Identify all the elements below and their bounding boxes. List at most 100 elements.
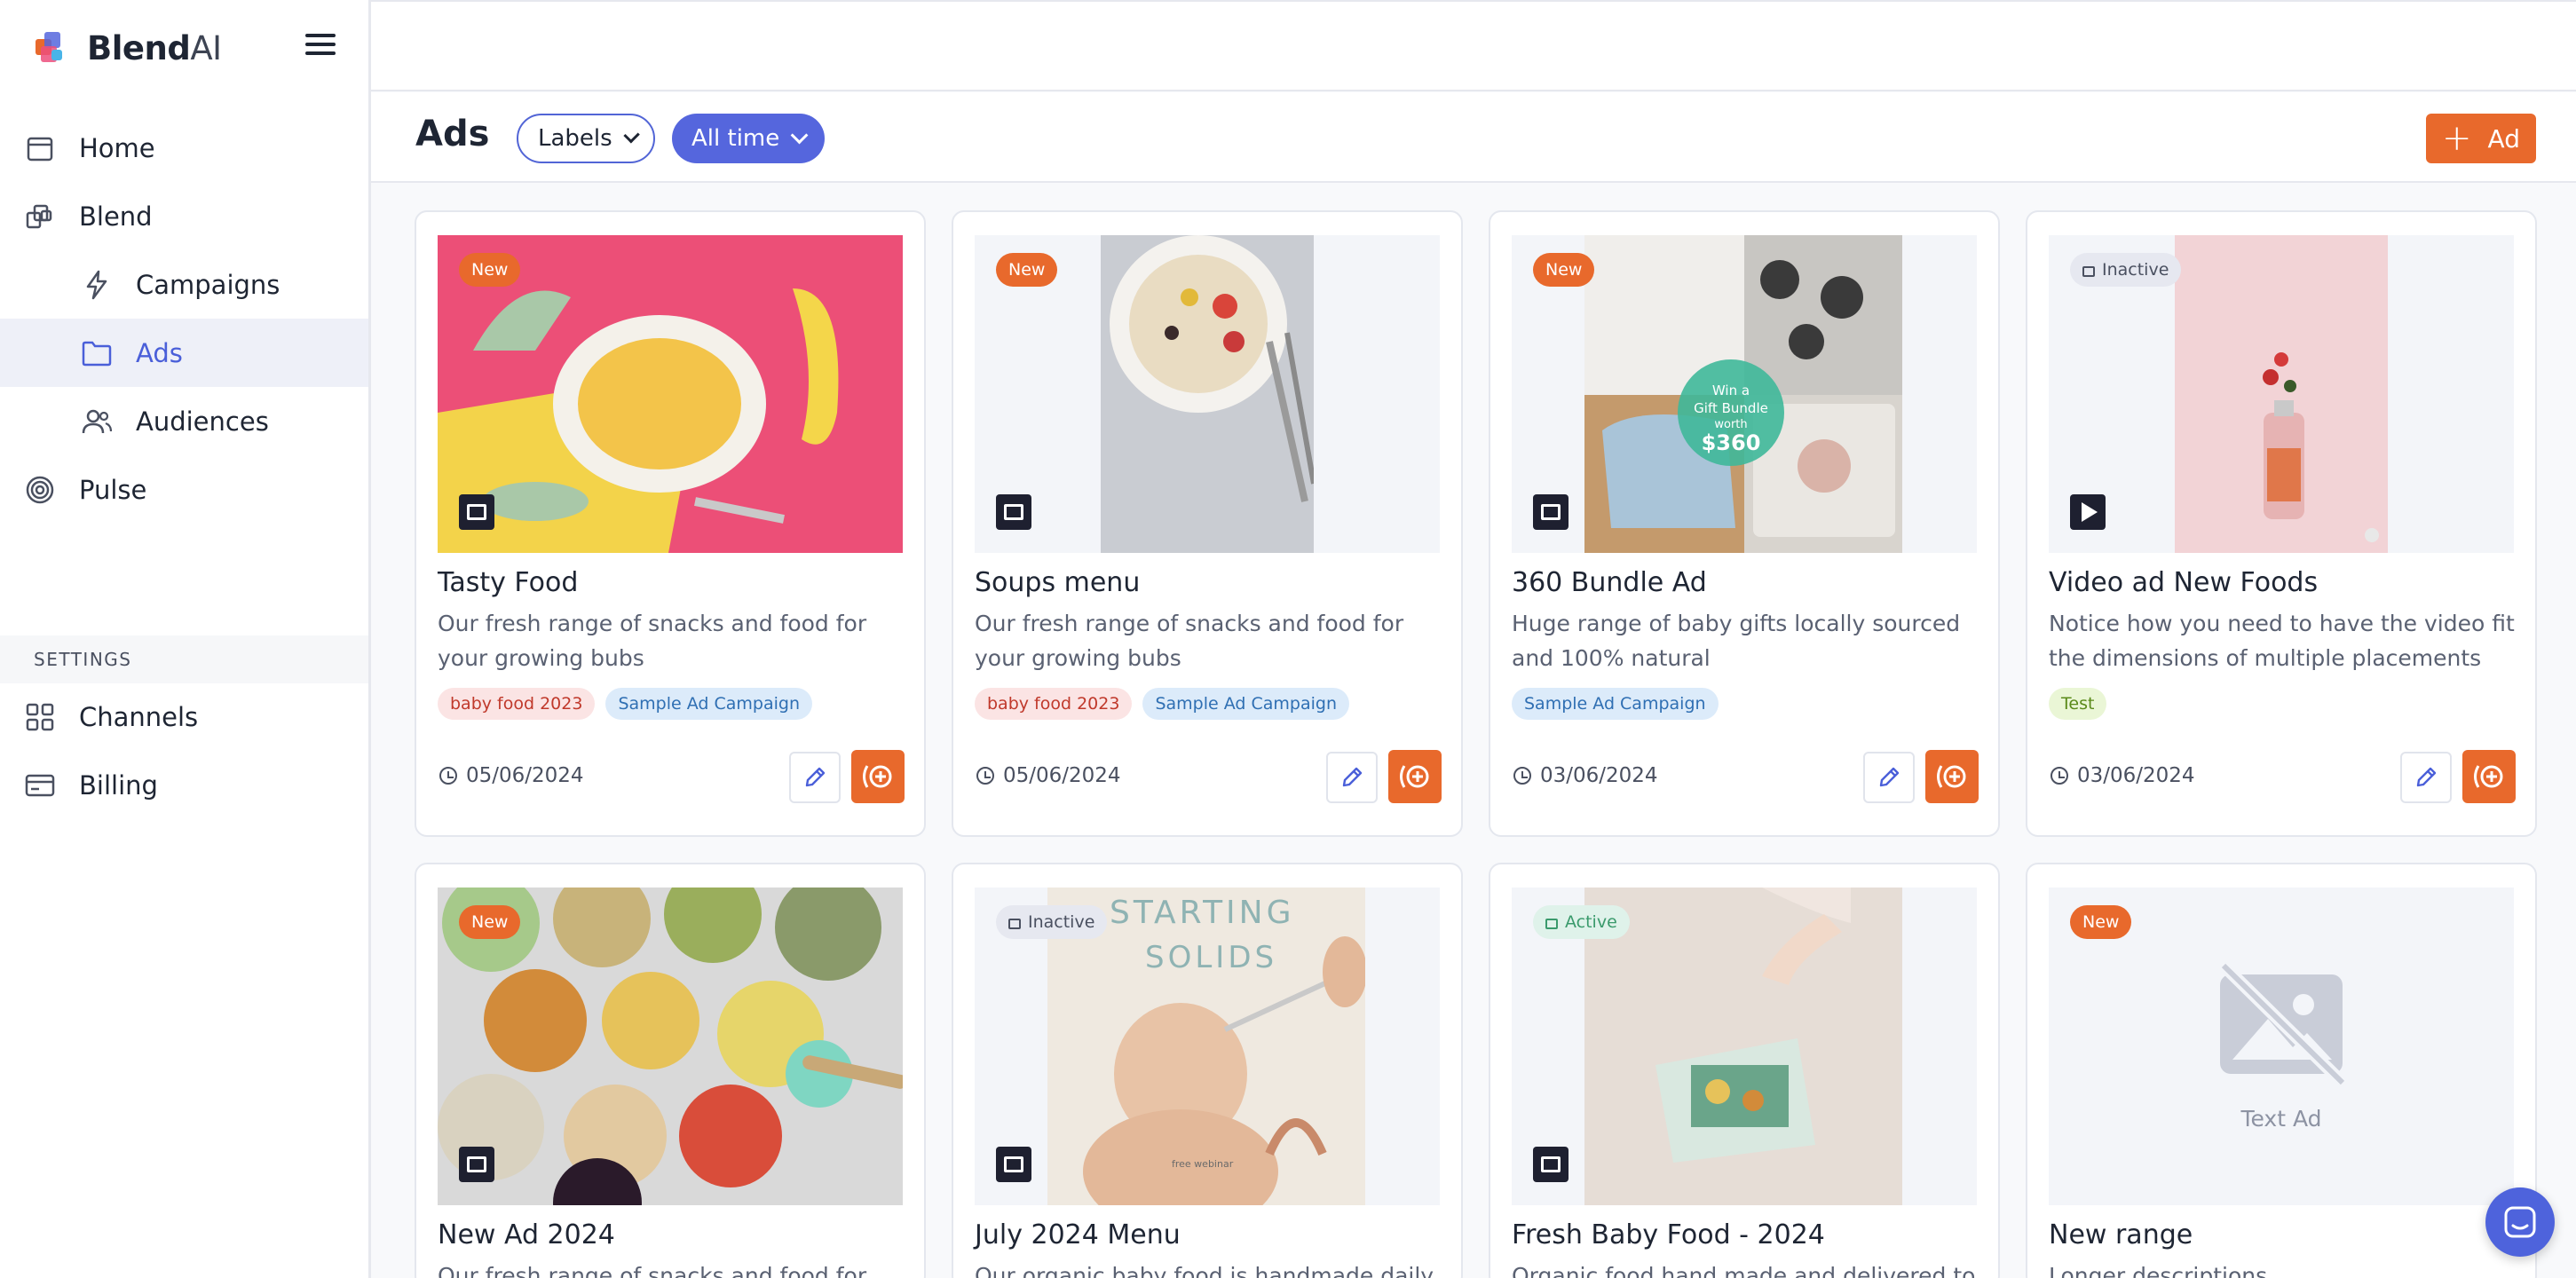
- ad-date-value: 03/06/2024: [1540, 764, 1658, 787]
- promo-text: worth: [1714, 418, 1747, 431]
- ad-thumbnail[interactable]: Inactive: [2049, 235, 2514, 553]
- chat-icon: [2504, 1206, 2536, 1238]
- ad-thumbnail[interactable]: New: [975, 235, 1440, 553]
- create-variant-button[interactable]: [1388, 750, 1442, 803]
- sidebar-item-label: Blend: [79, 201, 153, 232]
- ad-title: July 2024 Menu: [975, 1219, 1181, 1250]
- create-variant-button[interactable]: [1925, 750, 1979, 803]
- status-badge: New: [996, 253, 1058, 287]
- image-off-icon: [2219, 961, 2347, 1086]
- ad-card[interactable]: Inactive Video ad New Foods Notice how y…: [2026, 210, 2537, 837]
- label-tag[interactable]: baby food 2023: [438, 688, 596, 720]
- tag-list: baby food 2023 Sample Ad Campaign: [438, 688, 812, 720]
- play-icon: [2070, 494, 2106, 530]
- hamburger-menu-icon[interactable]: [305, 34, 336, 59]
- ad-image: Win a Gift Bundle worth $360: [1584, 235, 1902, 553]
- ad-date: 03/06/2024: [2051, 764, 2195, 787]
- ad-thumbnail[interactable]: Win a Gift Bundle worth $360 New: [1512, 235, 1977, 553]
- promo-text: STARTING: [1110, 895, 1295, 931]
- sidebar-item-home[interactable]: Home: [0, 114, 368, 182]
- ad-card[interactable]: New Tasty Food Our fresh range of snacks…: [415, 210, 926, 837]
- ad-card[interactable]: New New Ad 2024 Our fresh range of snack…: [415, 863, 926, 1278]
- ad-title: Soups menu: [975, 567, 1141, 598]
- ad-thumbnail[interactable]: New: [438, 888, 903, 1205]
- ad-card[interactable]: Active Fresh Baby Food - 2024 Organic fo…: [1489, 863, 2000, 1278]
- create-variant-button[interactable]: [851, 750, 905, 803]
- add-circle-icon: [1400, 765, 1429, 788]
- labels-filter-label: Labels: [538, 125, 612, 152]
- chevron-down-icon: [790, 126, 809, 145]
- plus-icon: +: [2442, 118, 2472, 159]
- edit-button[interactable]: [1326, 752, 1378, 803]
- grid-icon: [25, 702, 55, 732]
- ad-card[interactable]: New Soups menu Our fresh range of snacks…: [952, 210, 1463, 837]
- brand-name: BlendAI: [87, 28, 222, 67]
- edit-button[interactable]: [1863, 752, 1915, 803]
- clock-icon: [439, 767, 457, 785]
- label-tag[interactable]: baby food 2023: [975, 688, 1133, 720]
- edit-button[interactable]: [2400, 752, 2452, 803]
- campaign-tag[interactable]: Sample Ad Campaign: [605, 688, 812, 720]
- ad-thumbnail[interactable]: Active: [1512, 888, 1977, 1205]
- ad-date: 05/06/2024: [976, 764, 1121, 787]
- edit-button[interactable]: [789, 752, 841, 803]
- clock-icon: [976, 767, 994, 785]
- ad-card[interactable]: Text Ad New New range Longer description…: [2026, 863, 2537, 1278]
- sidebar-item-label: Ads: [136, 337, 183, 368]
- layers-icon: [25, 201, 55, 232]
- ad-thumbnail[interactable]: STARTING SOLIDS free webinar Inactive: [975, 888, 1440, 1205]
- lightning-icon: [82, 270, 112, 300]
- ad-description: Notice how you need to have the video fi…: [2049, 611, 2515, 671]
- sidebar-item-pulse[interactable]: Pulse: [0, 455, 368, 524]
- status-badge: Active: [1533, 905, 1630, 939]
- ad-description: Our organic baby food is handmade daily …: [975, 1263, 1434, 1278]
- lock-icon: [1008, 919, 1021, 929]
- pencil-icon: [2416, 767, 2437, 787]
- image-icon: [459, 494, 494, 530]
- sidebar-item-label: Audiences: [136, 406, 269, 437]
- calendar-icon: [25, 133, 55, 163]
- campaign-tag[interactable]: Sample Ad Campaign: [1142, 688, 1349, 720]
- image-icon: [1533, 494, 1569, 530]
- ad-title: New range: [2049, 1219, 2193, 1250]
- ad-date: 03/06/2024: [1513, 764, 1658, 787]
- ad-image: [1584, 888, 1902, 1205]
- sidebar-item-campaigns[interactable]: Campaigns: [0, 250, 368, 319]
- clock-icon: [2051, 767, 2068, 785]
- sidebar-item-blend[interactable]: Blend: [0, 182, 368, 250]
- brand[interactable]: BlendAI: [32, 27, 222, 69]
- ad-date-value: 05/06/2024: [1003, 764, 1121, 787]
- add-circle-icon: [1937, 765, 1966, 788]
- blendai-logo-icon: [32, 30, 67, 66]
- ad-card[interactable]: Win a Gift Bundle worth $360 New 360 Bun…: [1489, 210, 2000, 837]
- sidebar-item-label: Pulse: [79, 474, 147, 505]
- time-filter-dropdown[interactable]: All time: [672, 114, 825, 163]
- sidebar-item-channels[interactable]: Channels: [0, 682, 368, 751]
- status-badge: New: [459, 905, 521, 939]
- ad-thumbnail[interactable]: Text Ad New: [2049, 888, 2514, 1205]
- lock-icon: [1545, 919, 1558, 929]
- credit-card-icon: [25, 770, 55, 801]
- create-variant-button[interactable]: [2462, 750, 2516, 803]
- clock-icon: [1513, 767, 1531, 785]
- sidebar-item-audiences[interactable]: Audiences: [0, 387, 368, 455]
- sidebar-item-billing[interactable]: Billing: [0, 751, 368, 819]
- sidebar-item-label: Billing: [79, 769, 158, 801]
- ad-title: New Ad 2024: [438, 1219, 615, 1250]
- promo-text: SOLIDS: [1145, 940, 1277, 975]
- sidebar-item-label: Channels: [79, 701, 199, 732]
- image-icon: [996, 1147, 1031, 1182]
- sidebar-item-ads[interactable]: Ads: [0, 319, 368, 387]
- page-header: Ads Labels All time + Ad: [371, 92, 2576, 183]
- labels-filter-dropdown[interactable]: Labels: [517, 114, 655, 163]
- placeholder-label: Text Ad: [2240, 1105, 2322, 1132]
- promo-text: Win a: [1712, 383, 1750, 398]
- ad-card[interactable]: STARTING SOLIDS free webinar Inactive Ju…: [952, 863, 1463, 1278]
- label-tag[interactable]: Test: [2049, 688, 2107, 720]
- lock-icon: [2082, 266, 2095, 277]
- campaign-tag[interactable]: Sample Ad Campaign: [1512, 688, 1719, 720]
- ad-thumbnail[interactable]: New: [438, 235, 903, 553]
- ad-date-value: 03/06/2024: [2077, 764, 2195, 787]
- add-ad-button[interactable]: + Ad: [2426, 114, 2536, 163]
- chat-support-button[interactable]: [2485, 1187, 2555, 1257]
